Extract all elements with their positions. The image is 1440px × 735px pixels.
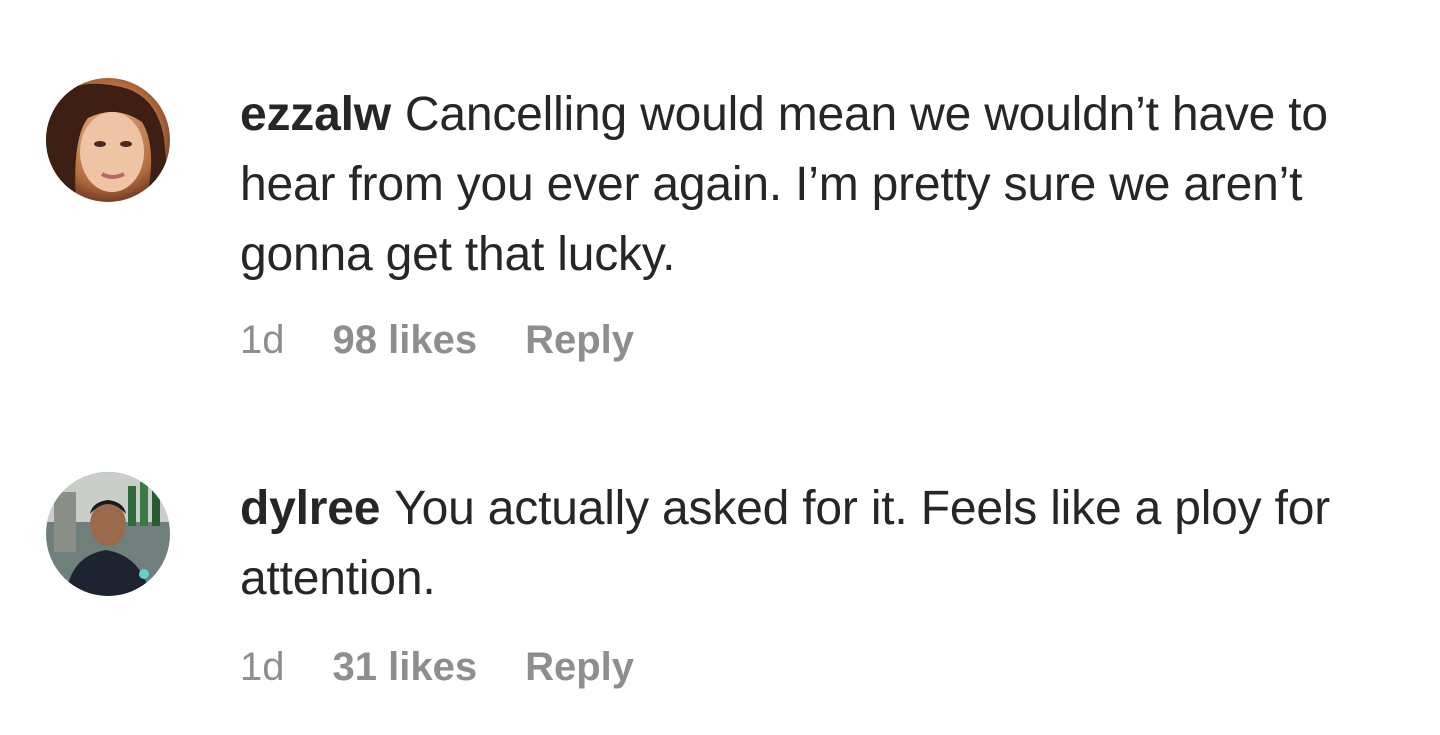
comment-meta: 1d 98 likes Reply bbox=[240, 318, 1360, 363]
comment-time[interactable]: 1d bbox=[240, 318, 285, 363]
comment-text: You actually asked for it. Feels like a … bbox=[240, 482, 1331, 605]
comment-text-block: ezzalw Cancelling would mean we wouldn’t … bbox=[240, 80, 1360, 290]
comment-username[interactable]: ezzalw bbox=[240, 88, 391, 141]
avatar-image bbox=[46, 472, 170, 596]
comment-time[interactable]: 1d bbox=[240, 645, 285, 690]
comment-text: Cancelling would mean we wouldn’t have t… bbox=[240, 88, 1328, 281]
comment-meta: 1d 31 likes Reply bbox=[240, 645, 1360, 690]
reply-button[interactable]: Reply bbox=[525, 318, 634, 363]
avatar[interactable] bbox=[46, 78, 170, 202]
avatar[interactable] bbox=[46, 472, 170, 596]
comment-text-block: dylree You actually asked for it. Feels l… bbox=[240, 474, 1360, 614]
comment-likes[interactable]: 98 likes bbox=[333, 318, 478, 363]
avatar-image bbox=[46, 78, 170, 202]
reply-button[interactable]: Reply bbox=[525, 645, 634, 690]
comment-likes[interactable]: 31 likes bbox=[333, 645, 478, 690]
comment-username[interactable]: dylree bbox=[240, 482, 380, 535]
